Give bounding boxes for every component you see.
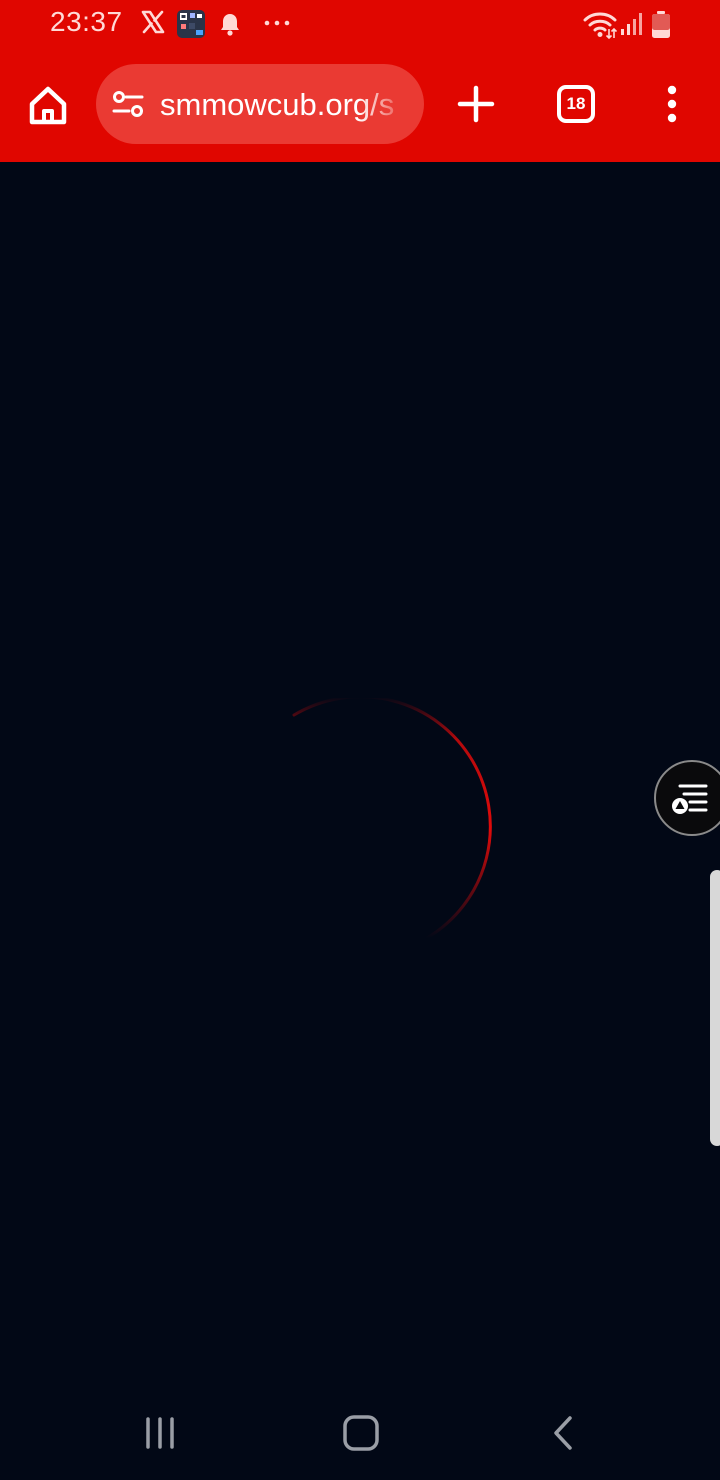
battery-low-icon [652,11,670,38]
app-notification-icon [177,10,205,38]
new-tab-button[interactable] [456,84,496,124]
tab-switcher-button[interactable]: 18 [557,85,595,123]
back-button[interactable] [548,1414,578,1452]
phone-screen: 23:37 smmowcub.org/s 18 [0,0,720,1480]
home-button[interactable] [22,80,74,132]
site-settings-icon[interactable] [112,90,144,118]
x-icon [141,10,165,34]
floating-menu-button[interactable] [654,760,720,836]
more-vertical-icon[interactable] [658,84,686,124]
navigation-bar [0,1380,720,1480]
recents-button[interactable] [142,1416,178,1450]
status-time: 23:37 [50,6,123,37]
more-dots-icon [264,20,290,26]
floating-menu-icon [672,784,708,814]
wifi-icon [583,12,617,39]
bell-icon [221,14,239,36]
loading-spinner [292,698,492,940]
browser-toolbar: smmowcub.org/s 18 [0,50,720,162]
url-text[interactable]: smmowcub.org/s [160,85,408,125]
address-bar[interactable]: smmowcub.org/s [96,64,424,144]
edge-panel-handle[interactable] [710,870,720,1146]
web-page-content [0,162,720,1380]
status-bar: 23:37 [0,0,720,50]
home-nav-button[interactable] [342,1414,380,1452]
signal-icon [621,13,642,35]
